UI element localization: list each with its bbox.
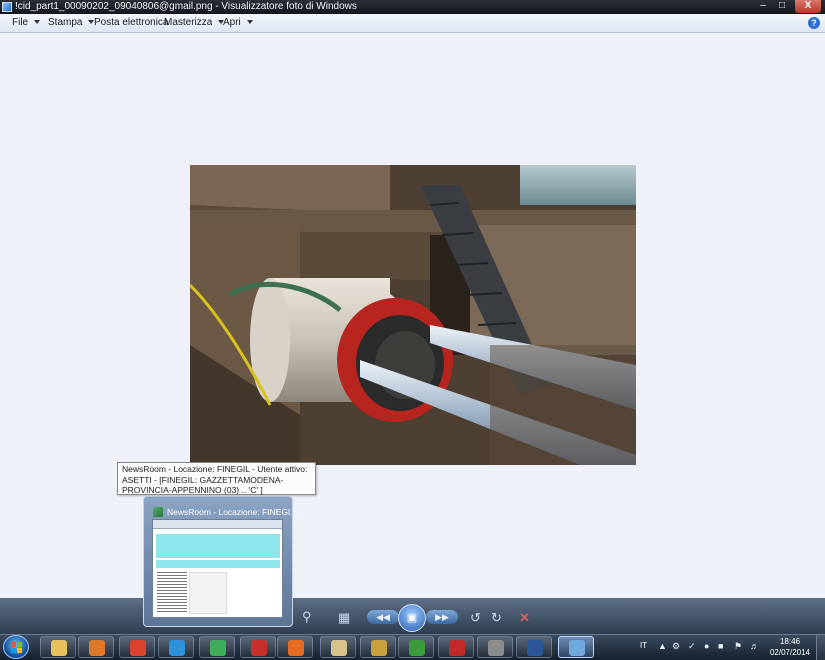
photo-illustration <box>190 165 636 465</box>
newsroom-icon <box>210 640 226 656</box>
thumbnail-panel <box>189 572 227 614</box>
chevron-down-icon <box>34 20 41 25</box>
ie-icon <box>169 640 185 656</box>
menu-burn[interactable]: Masterizza <box>164 17 225 28</box>
taskbar-button-app-red[interactable] <box>240 636 276 658</box>
menu-open-label: Apri <box>223 17 241 28</box>
action-center-icon[interactable]: ⚑ <box>734 641 742 652</box>
rotate-right-icon[interactable]: ↻ <box>491 610 502 626</box>
folder-icon <box>51 640 67 656</box>
chevron-down-icon <box>246 20 253 25</box>
show-hidden-icons-icon[interactable]: ▲ <box>658 641 667 651</box>
taskbar-button-internet-explorer[interactable] <box>158 636 194 658</box>
network-app-icon[interactable]: ⚙ <box>672 641 680 652</box>
taskbar-button-game[interactable] <box>398 636 434 658</box>
md-app-icon <box>449 640 465 656</box>
menu-open[interactable]: Apri <box>223 17 253 28</box>
thumbnail-text-column <box>157 572 187 614</box>
newsroom-icon <box>153 507 163 517</box>
taskbar-button-md[interactable] <box>438 636 474 658</box>
preview-title: NewsRoom - Locazione: FINEGI... <box>167 507 298 517</box>
menu-print[interactable]: Stampa <box>48 17 95 28</box>
taskbar-button-files[interactable] <box>320 636 356 658</box>
taskbar-button-chrome[interactable] <box>119 636 155 658</box>
menu-file-label: File <box>12 17 29 28</box>
photo-viewer-app-icon <box>2 2 12 12</box>
slideshow-button[interactable]: ▣ <box>398 604 426 632</box>
firefox-icon <box>288 640 304 656</box>
taskbar-button-settings[interactable] <box>477 636 513 658</box>
preview-thumbnail[interactable] <box>152 519 283 618</box>
close-button[interactable]: X <box>795 0 821 13</box>
tooltip: NewsRoom - Locazione: FINEGIL - Utente a… <box>117 462 316 495</box>
taskbar-button-firefox[interactable] <box>277 636 313 658</box>
actual-size-icon[interactable]: ▦ <box>338 610 350 626</box>
lock-icon[interactable]: ■ <box>718 641 723 651</box>
word-icon <box>527 640 543 656</box>
taskbar-button-newsroom[interactable] <box>199 636 235 658</box>
volume-icon[interactable]: ♬ <box>750 641 759 651</box>
gear-app-icon <box>488 640 504 656</box>
displayed-photo <box>190 165 636 465</box>
taskbar-button-explorer[interactable] <box>40 636 76 658</box>
thumbnail-band <box>156 534 280 558</box>
media-player-icon <box>89 640 105 656</box>
taskbar-button-photo-viewer[interactable] <box>558 636 594 658</box>
language-indicator[interactable]: IT <box>640 641 647 650</box>
rotate-left-icon[interactable]: ↺ <box>470 610 481 626</box>
menu-burn-label: Masterizza <box>164 17 213 28</box>
menu-print-label: Stampa <box>48 17 83 28</box>
chrome-icon <box>130 640 146 656</box>
help-icon[interactable]: ? <box>808 17 820 29</box>
minimize-button[interactable]: – <box>754 0 772 13</box>
tray-app-icon[interactable]: ● <box>704 641 709 651</box>
menu-email[interactable]: Posta elettronica <box>94 17 169 28</box>
red-app-icon <box>251 640 267 656</box>
next-button[interactable]: ▶▶ <box>426 610 458 624</box>
taskbar-button-tool[interactable] <box>360 636 396 658</box>
green-app-icon <box>409 640 425 656</box>
menu-bar: File Stampa Posta elettronica Masterizza… <box>0 14 825 33</box>
delete-icon[interactable]: ✕ <box>519 610 530 626</box>
files-icon <box>331 640 347 656</box>
thumbnail-toolbar <box>153 520 282 529</box>
maximize-button[interactable]: □ <box>773 0 791 13</box>
title-bar: !cid_part1_00090202_09040806@gmail.png -… <box>0 0 825 14</box>
show-desktop-button[interactable] <box>816 635 825 660</box>
window-title: !cid_part1_00090202_09040806@gmail.png -… <box>15 1 357 12</box>
thumbnail-band <box>156 560 280 568</box>
taskbar-thumbnail-preview[interactable]: NewsRoom - Locazione: FINEGI... <box>143 496 297 627</box>
clock-date[interactable]: 02/07/2014 <box>766 648 814 657</box>
start-button[interactable] <box>3 635 29 659</box>
taskbar-button-media-player[interactable] <box>78 636 114 658</box>
tray-app-icon[interactable]: ✓ <box>688 641 696 652</box>
magnifier-icon[interactable]: ⚲ <box>302 609 312 625</box>
taskbar-button-word[interactable] <box>516 636 552 658</box>
menu-file[interactable]: File <box>12 17 41 28</box>
windows-logo-icon <box>11 642 22 653</box>
menu-email-label: Posta elettronica <box>94 17 169 28</box>
clock-time[interactable]: 18:46 <box>770 637 810 646</box>
previous-button[interactable]: ◀◀ <box>367 610 399 624</box>
photo-viewer-icon <box>569 640 585 656</box>
tool-icon <box>371 640 387 656</box>
